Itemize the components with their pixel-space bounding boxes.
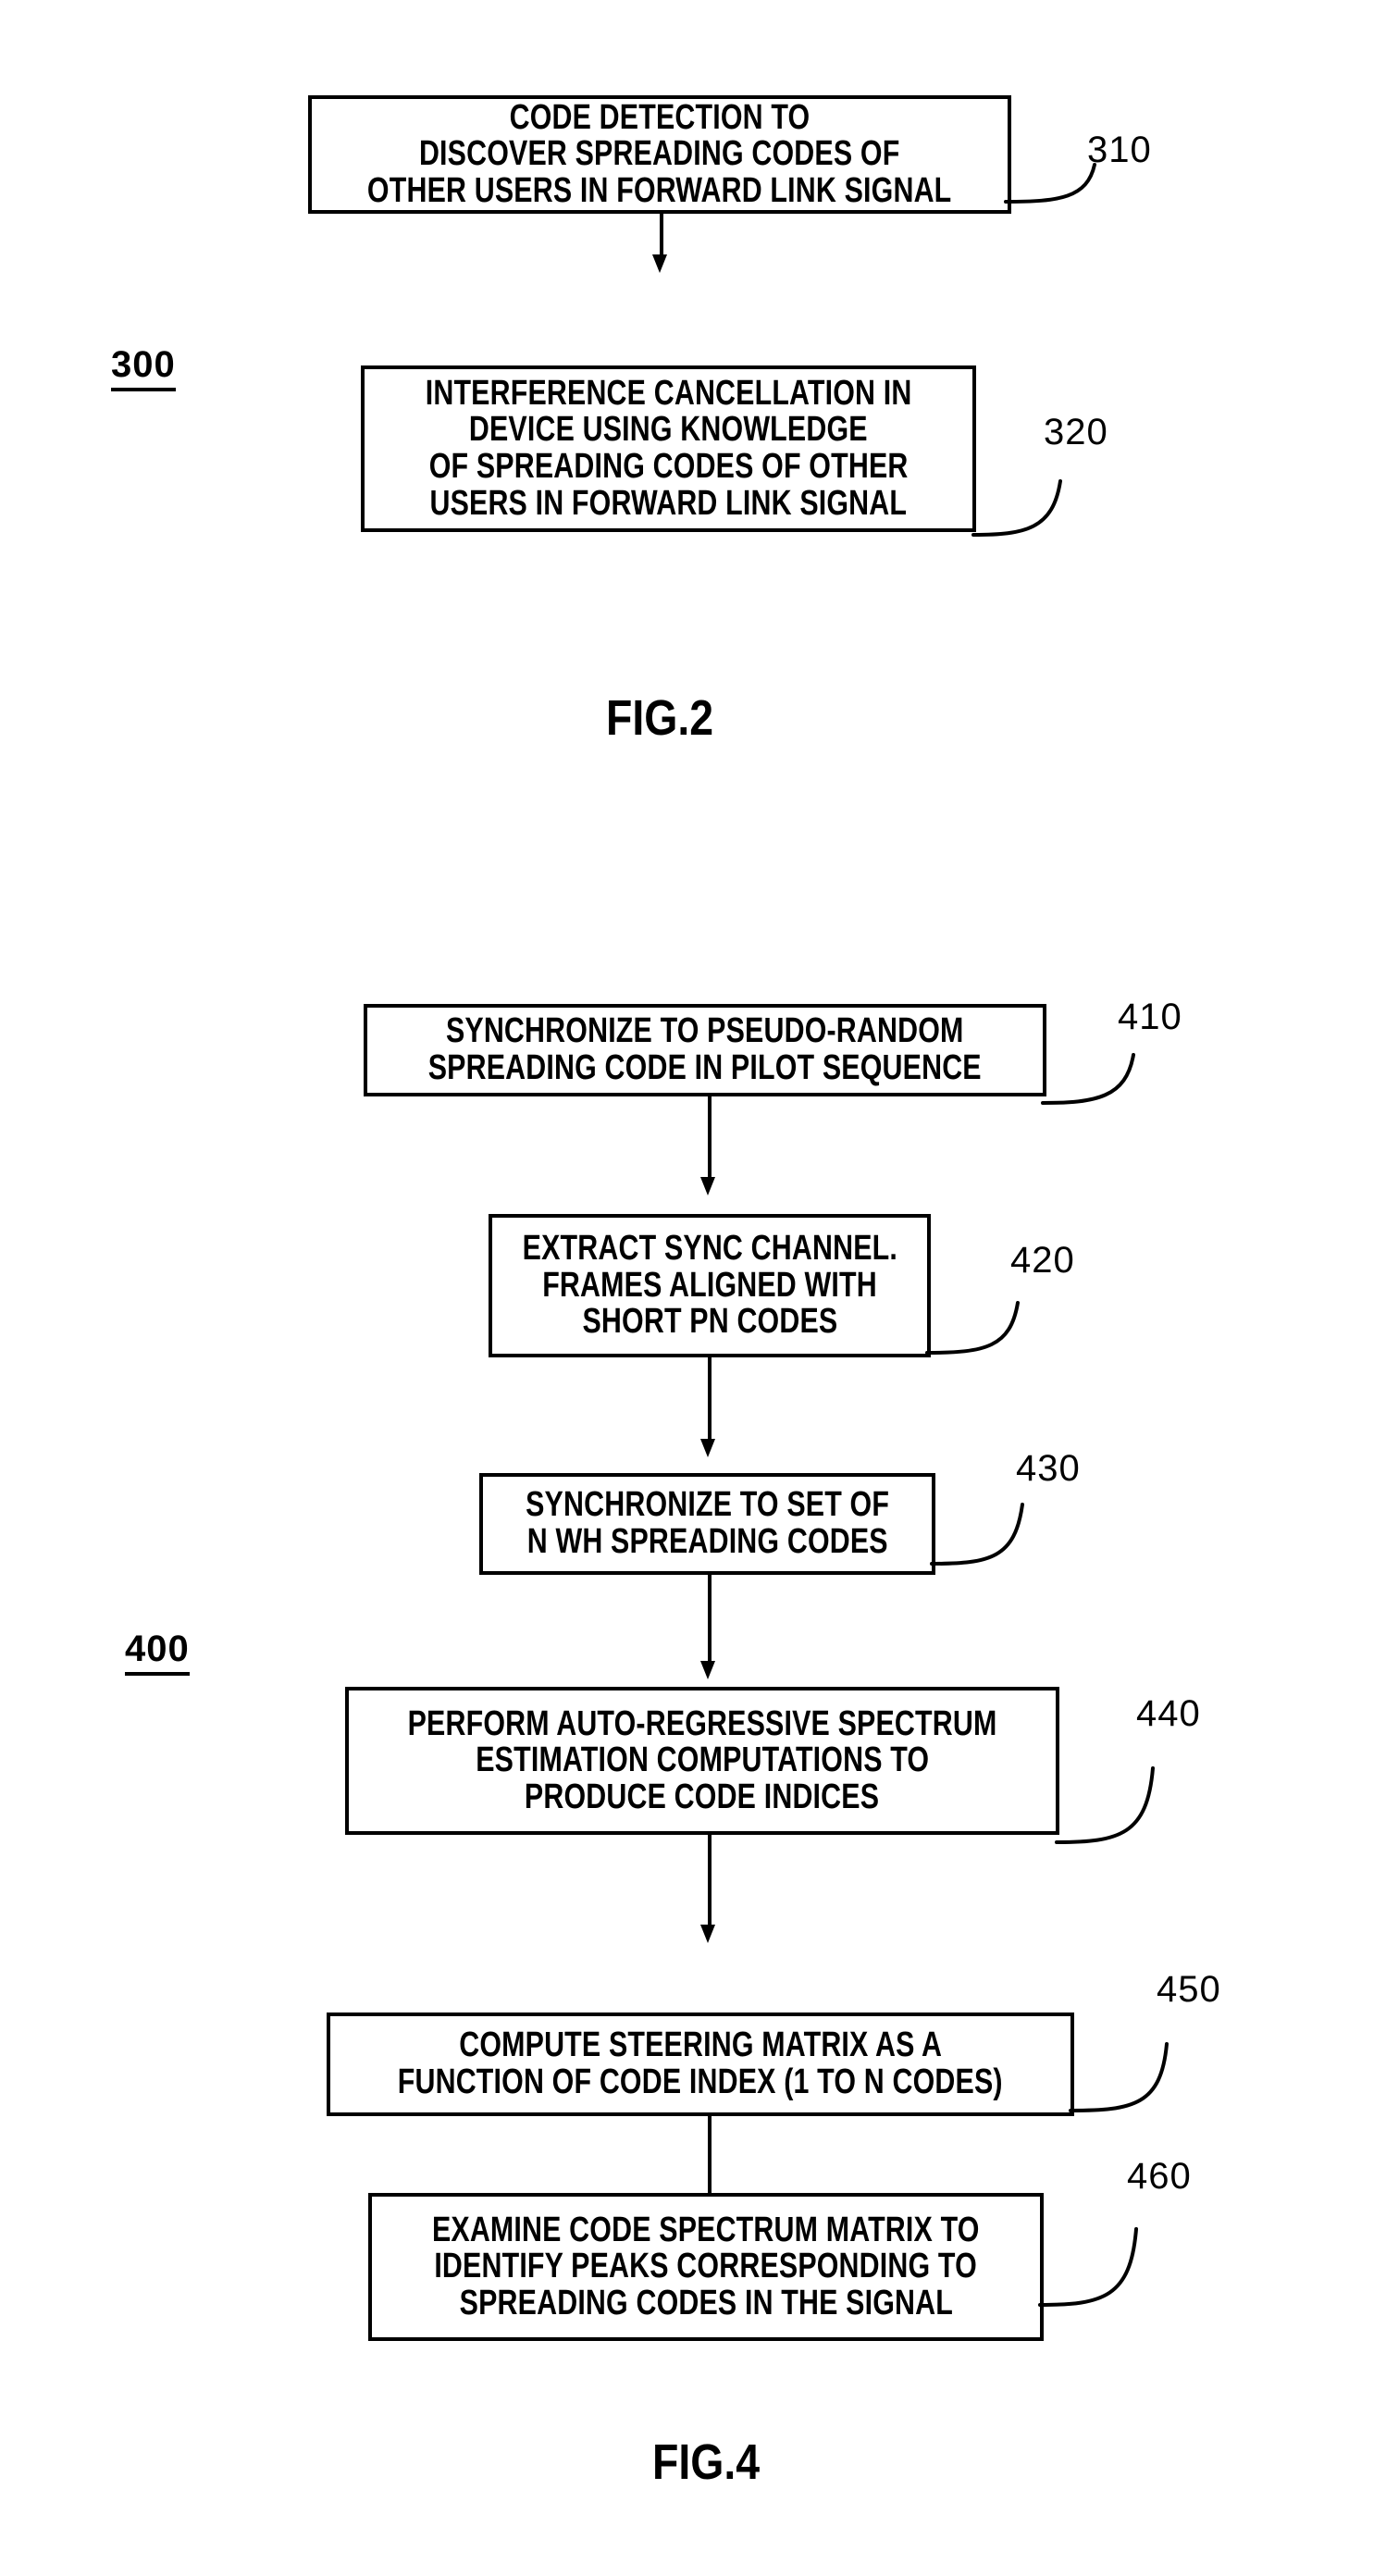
process-box-440-line-2: ESTIMATION COMPUTATIONS TO xyxy=(475,1740,929,1780)
leader-line-410 xyxy=(1041,1053,1135,1105)
process-box-440-line-3: PRODUCE CODE INDICES xyxy=(525,1777,880,1816)
process-box-440: PERFORM AUTO-REGRESSIVE SPECTRUM ESTIMAT… xyxy=(345,1687,1059,1835)
process-box-450-line-1: COMPUTE STEERING MATRIX AS A xyxy=(459,2025,942,2065)
leader-line-430 xyxy=(930,1503,1024,1566)
reference-numeral-430: 430 xyxy=(1016,1448,1081,1489)
process-box-450-line-2: FUNCTION OF CODE INDEX (1 TO N CODES) xyxy=(398,2062,1003,2101)
process-box-460-line-1: EXAMINE CODE SPECTRUM MATRIX TO xyxy=(432,2210,980,2249)
process-box-410: SYNCHRONIZE TO PSEUDO-RANDOM SPREADING C… xyxy=(364,1004,1046,1096)
process-box-440-line-1: PERFORM AUTO-REGRESSIVE SPECTRUM xyxy=(407,1703,997,1743)
arrowhead-410-to-420 xyxy=(700,1177,715,1195)
reference-numeral-410: 410 xyxy=(1118,997,1182,1037)
flow-identifier-300: 300 xyxy=(111,344,176,391)
process-box-460: EXAMINE CODE SPECTRUM MATRIX TO IDENTIFY… xyxy=(368,2193,1044,2341)
flow-identifier-400: 400 xyxy=(125,1629,190,1676)
process-box-410-line-2: SPREADING CODE IN PILOT SEQUENCE xyxy=(428,1048,982,1087)
process-box-460-line-3: SPREADING CODES IN THE SIGNAL xyxy=(459,2283,953,2322)
process-box-460-line-2: IDENTIFY PEAKS CORRESPONDING TO xyxy=(434,2247,978,2286)
process-box-310-line-3: OTHER USERS IN FORWARD LINK SIGNAL xyxy=(367,170,952,210)
process-box-430-line-2: N WH SPREADING CODES xyxy=(526,1522,888,1561)
connector-410-to-420 xyxy=(708,1096,712,1184)
process-box-320-line-1: INTERFERENCE CANCELLATION IN xyxy=(425,373,912,413)
reference-numeral-420: 420 xyxy=(1010,1240,1075,1281)
connector-420-to-430 xyxy=(708,1357,712,1445)
arrowhead-310-to-320 xyxy=(652,254,667,273)
arrowhead-440-to-450 xyxy=(700,1925,715,1943)
figure-caption-fig2: FIG.2 xyxy=(606,690,714,746)
process-box-320: INTERFERENCE CANCELLATION IN DEVICE USIN… xyxy=(361,365,976,532)
process-box-310-line-1: CODE DETECTION TO xyxy=(509,97,811,137)
connector-430-to-440 xyxy=(708,1575,712,1667)
process-box-450: COMPUTE STEERING MATRIX AS A FUNCTION OF… xyxy=(327,2012,1074,2116)
process-box-310-line-2: DISCOVER SPREADING CODES OF xyxy=(419,134,900,174)
leader-line-420 xyxy=(925,1301,1020,1355)
process-box-420-line-1: EXTRACT SYNC CHANNEL. xyxy=(522,1229,897,1269)
arrowhead-420-to-430 xyxy=(700,1439,715,1457)
connector-310-to-320 xyxy=(660,214,663,260)
arrowhead-430-to-440 xyxy=(700,1661,715,1679)
process-box-420-line-2: FRAMES ALIGNED WITH xyxy=(542,1265,877,1305)
process-box-310: CODE DETECTION TO DISCOVER SPREADING COD… xyxy=(308,95,1011,214)
figure-caption-fig4: FIG.4 xyxy=(652,2434,761,2490)
leader-line-460 xyxy=(1038,2227,1138,2307)
reference-numeral-310: 310 xyxy=(1087,130,1152,170)
leader-line-440 xyxy=(1055,1766,1155,1844)
connector-440-to-450 xyxy=(708,1835,712,1932)
leader-line-320 xyxy=(971,479,1062,537)
reference-numeral-440: 440 xyxy=(1136,1693,1201,1734)
process-box-410-line-1: SYNCHRONIZE TO PSEUDO-RANDOM xyxy=(446,1011,964,1051)
reference-numeral-460: 460 xyxy=(1127,2156,1192,2197)
patent-drawing-sheet: 300 CODE DETECTION TO DISCOVER SPREADING… xyxy=(0,0,1386,2576)
process-box-420-line-3: SHORT PN CODES xyxy=(582,1302,837,1342)
process-box-320-line-4: USERS IN FORWARD LINK SIGNAL xyxy=(429,483,908,523)
process-box-420: EXTRACT SYNC CHANNEL. FRAMES ALIGNED WIT… xyxy=(489,1214,931,1357)
process-box-320-line-3: OF SPREADING CODES OF OTHER xyxy=(428,447,909,486)
leader-line-450 xyxy=(1069,2042,1169,2112)
reference-numeral-320: 320 xyxy=(1044,412,1108,452)
process-box-430-line-1: SYNCHRONIZE TO SET OF xyxy=(526,1485,889,1525)
reference-numeral-450: 450 xyxy=(1157,1969,1221,2010)
process-box-320-line-2: DEVICE USING KNOWLEDGE xyxy=(469,410,868,450)
process-box-430: SYNCHRONIZE TO SET OF N WH SPREADING COD… xyxy=(479,1473,935,1575)
